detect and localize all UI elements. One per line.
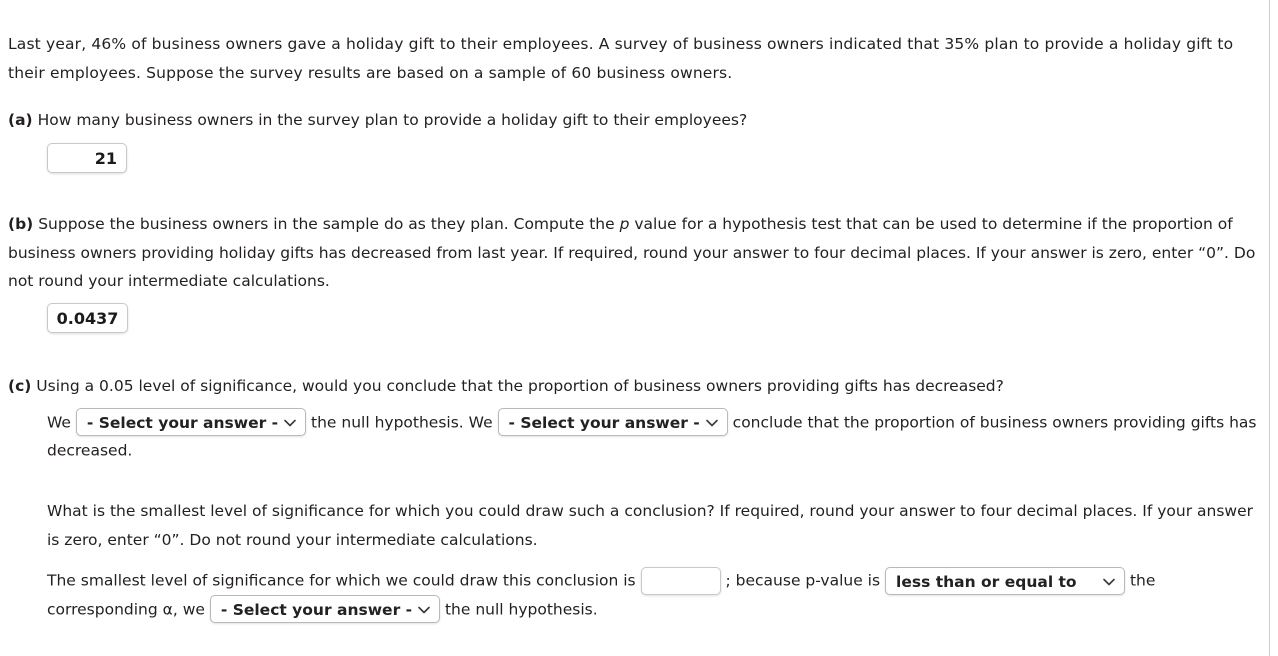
final-text-mid-1: ; because p-value is [725,571,881,590]
select-final-null-hypothesis-action[interactable]: - Select your answer - [209,595,441,624]
part-c-question-line: (c) Using a 0.05 level of significance, … [8,372,1264,401]
part-b-answer-row: 0.0437 [47,302,1264,333]
part-a-question: How many business owners in the survey p… [37,111,748,129]
part-b-answer-input[interactable]: 0.0437 [47,302,128,333]
chevron-down-icon [284,409,296,437]
smallest-significance-input[interactable] [640,566,721,595]
select-null-hypothesis-action[interactable]: - Select your answer - [75,408,307,437]
select-pvalue-comparison-value: less than or equal to [896,572,1077,591]
part-c-final-row: The smallest level of significance for w… [47,566,1259,624]
select-pvalue-comparison[interactable]: less than or equal to [885,566,1126,596]
select-conclusion-action-value: - Select your answer - [508,414,700,432]
part-b: (b) Suppose the business owners in the s… [8,210,1264,333]
final-text-start: The smallest level of significance for w… [47,571,636,590]
conclusion-text-start: We [47,412,71,431]
part-b-italic-p: p [619,215,630,233]
part-a: (a) How many business owners in the surv… [8,106,1264,173]
chevron-down-icon [418,596,430,624]
part-a-answer-input[interactable]: 21 [47,142,127,173]
part-b-question-line: (b) Suppose the business owners in the s… [8,210,1264,296]
question-page: Last year, 46% of business owners gave a… [0,0,1270,656]
part-a-question-line: (a) How many business owners in the surv… [8,106,1264,135]
part-c-question: Using a 0.05 level of significance, woul… [36,377,1004,395]
part-a-label: (a) [8,111,33,129]
part-c-followup-question: What is the smallest level of significan… [47,502,1253,549]
intro-paragraph: Last year, 46% of business owners gave a… [8,35,1234,82]
part-c-label: (c) [8,377,32,395]
part-c-conclusion-row: We - Select your answer - the null hypot… [47,408,1257,466]
part-b-question-pre: Suppose the business owners in the sampl… [38,215,620,233]
final-text-end: the null hypothesis. [444,600,598,618]
part-c: (c) Using a 0.05 level of significance, … [8,372,1264,624]
part-a-answer-row: 21 [47,142,1264,173]
conclusion-text-mid-1: the null hypothesis. We [311,412,493,431]
select-final-null-hypothesis-action-value: - Select your answer - [220,601,413,620]
select-conclusion-action[interactable]: - Select your answer - [497,408,728,437]
chevron-down-icon [705,409,718,437]
part-b-label: (b) [8,215,34,233]
chevron-down-icon [1103,568,1115,596]
select-null-hypothesis-action-value: - Select your answer - [86,414,279,432]
